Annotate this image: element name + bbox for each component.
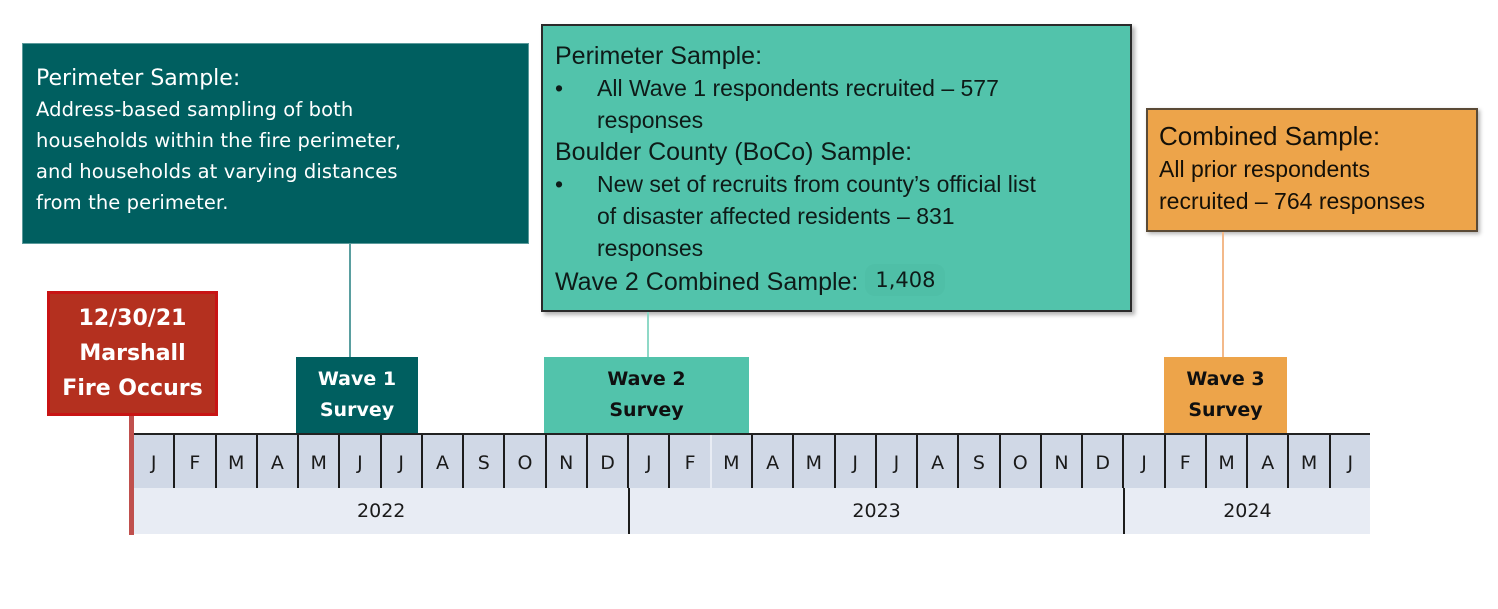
wave2-perimeter-bullet-text: All Wave 1 respondents recruited – 577 r…: [597, 72, 999, 136]
wave1-body-line: from the perimeter.: [36, 191, 229, 214]
wave2-perimeter-title: Perimeter Sample:: [555, 42, 763, 70]
timeline-month: D: [585, 435, 627, 490]
timeline-month: S: [957, 435, 998, 490]
timeline-month: F: [1163, 435, 1205, 490]
wave-label-line: Wave 2: [607, 368, 686, 390]
timeline-month: S: [462, 435, 503, 490]
wave2-boco-title: Boulder County (BoCo) Sample:: [555, 138, 913, 166]
bullet-icon: •: [555, 171, 564, 197]
wave1-sample-description: Perimeter Sample: Address-based sampling…: [22, 43, 529, 244]
bullet-text-line: of disaster affected residents – 831: [597, 203, 955, 229]
wave2-combined-label: Wave 2 Combined Sample:: [555, 268, 859, 296]
wave1-survey-label: Wave 1 Survey: [296, 357, 418, 434]
timeline-month: A: [420, 435, 462, 490]
wave2-boco-bullet: • New set of recruits from county’s offi…: [555, 168, 1118, 264]
timeline: JFMAMJJASONDJFMAMJJASONDJFMAMJ 2022 2023 2…: [134, 433, 1370, 534]
timeline-month: N: [1039, 435, 1081, 490]
timeline-month: M: [792, 435, 833, 490]
wave-label-line: Wave 3: [1186, 368, 1265, 390]
wave3-connector-line: [1222, 232, 1224, 357]
wave2-perimeter-bullet: • All Wave 1 respondents recruited – 577…: [555, 72, 1118, 136]
timeline-month: O: [503, 435, 544, 490]
timeline-month: N: [544, 435, 586, 490]
event-date: 12/30/21: [78, 306, 187, 331]
bullet-icon: •: [555, 75, 564, 101]
wave-label-line: Survey: [609, 399, 684, 421]
wave-label-line: Survey: [319, 399, 395, 421]
bullet-text-line: All Wave 1 respondents recruited – 577: [597, 75, 999, 101]
timeline-year: 2023: [628, 488, 1122, 534]
wave2-connector-line: [647, 312, 649, 357]
timeline-month: J: [150, 451, 157, 474]
bullet-text-line: New set of recruits from county’s offici…: [597, 171, 1036, 197]
wave1-body-line: households within the fire perimeter,: [36, 129, 402, 152]
wave2-sample-description: Perimeter Sample: • All Wave 1 responden…: [541, 24, 1132, 312]
timeline-month: M: [1287, 435, 1328, 490]
timeline-year: 2024: [1122, 488, 1370, 534]
timeline-month: J: [874, 435, 916, 490]
timeline-year: 2022: [357, 500, 406, 522]
wave1-body-line: and households at varying distances: [36, 160, 398, 183]
timeline-month: M: [297, 435, 338, 490]
timeline-month: A: [750, 435, 792, 490]
timeline-month: J: [1122, 435, 1163, 490]
event-description: Fire Occurs: [62, 376, 203, 401]
timeline-month: J: [338, 435, 379, 490]
timeline-month: F: [668, 435, 709, 490]
timeline-month: A: [916, 435, 957, 490]
wave2-survey-label: Wave 2 Survey: [544, 357, 749, 434]
event-name: Marshall: [79, 341, 186, 366]
wave-label-line: Survey: [1188, 399, 1263, 421]
timeline-month: O: [998, 435, 1040, 490]
timeline-month: M: [214, 435, 256, 490]
wave3-sample-description: Combined Sample: All prior respondents r…: [1146, 108, 1478, 232]
wave2-combined-sample: Wave 2 Combined Sample: 1,408: [555, 264, 1118, 298]
bullet-text-line: responses: [597, 235, 704, 261]
wave3-body-line: recruited – 764 responses: [1159, 188, 1425, 214]
timeline-month: A: [255, 435, 297, 490]
timeline-month: M: [709, 435, 751, 490]
bullet-text-line: responses: [597, 107, 704, 133]
wave3-sample-title: Combined Sample:: [1159, 121, 1381, 151]
wave3-body-line: All prior respondents: [1159, 156, 1370, 182]
timeline-month: J: [1328, 435, 1370, 490]
timeline-month: F: [173, 435, 214, 490]
timeline-month-row: JFMAMJJASONDJFMAMJJASONDJFMAMJ: [134, 433, 1370, 490]
timeline-month: D: [1081, 435, 1122, 490]
timeline-month: J: [379, 435, 421, 490]
wave1-sample-body: Address-based sampling of both household…: [36, 94, 515, 218]
timeline-month: A: [1246, 435, 1287, 490]
timeline-month: M: [1204, 435, 1246, 490]
timeline-month: J: [627, 435, 668, 490]
marshall-fire-event-box: 12/30/21 Marshall Fire Occurs: [47, 291, 218, 416]
timeline-year-row: 2022 2023 2024: [134, 488, 1370, 534]
wave1-connector-line: [349, 244, 351, 357]
wave2-boco-bullet-text: New set of recruits from county’s offici…: [597, 168, 1036, 264]
wave2-combined-value: 1,408: [865, 264, 946, 296]
wave1-body-line: Address-based sampling of both: [36, 98, 354, 121]
wave-label-line: Wave 1: [317, 368, 397, 390]
timeline-month: J: [833, 435, 875, 490]
wave1-sample-title: Perimeter Sample:: [36, 66, 241, 91]
wave3-survey-label: Wave 3 Survey: [1164, 357, 1287, 434]
